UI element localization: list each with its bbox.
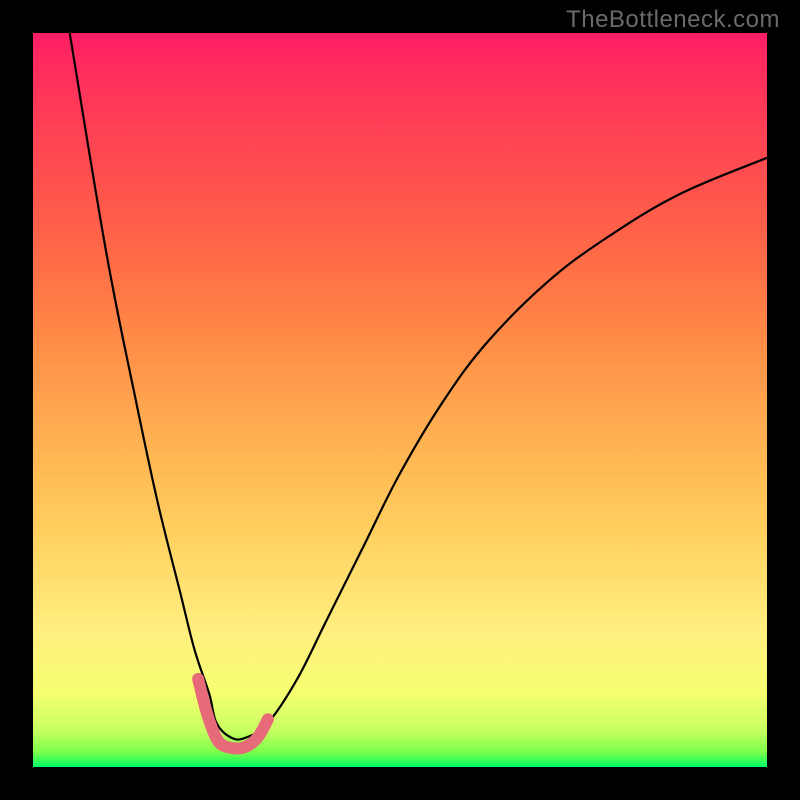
plot-area [33,33,767,767]
chart-svg [33,33,767,767]
watermark: TheBottleneck.com [566,6,780,34]
black-curve [70,33,767,740]
